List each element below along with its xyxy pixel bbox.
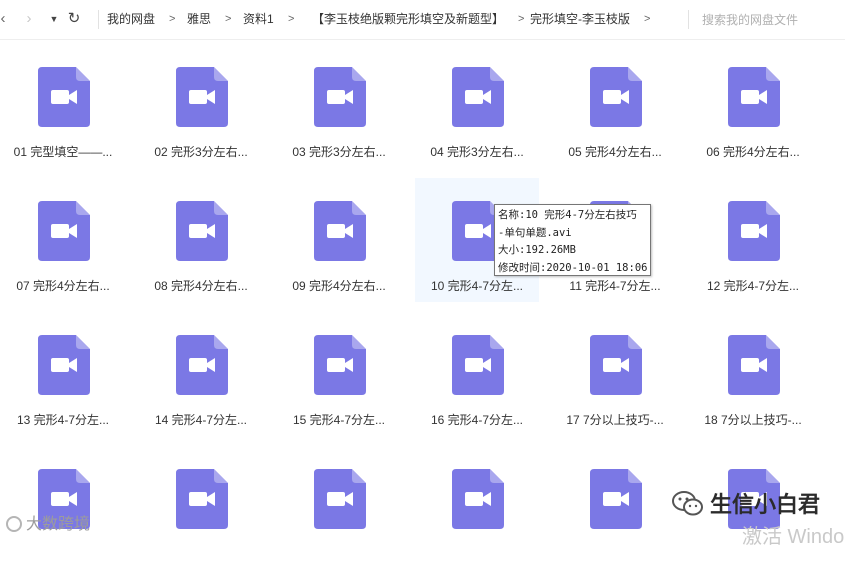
breadcrumb-separator: >: [518, 13, 525, 25]
tooltip-modified: 修改时间:2020-10-01 18:06: [498, 261, 648, 274]
video-file-icon: [38, 335, 90, 395]
file-item[interactable]: [415, 446, 539, 570]
watermark-right: 生信小白君: [672, 487, 820, 519]
video-file-icon: [38, 67, 90, 127]
file-name: 07 完形4分左右...: [16, 279, 110, 293]
video-file-icon: [590, 469, 642, 529]
file-name: 09 完形4分左右...: [292, 279, 386, 293]
file-item[interactable]: 08 完形4分左右...: [139, 178, 263, 302]
file-name: 03 完形3分左右...: [292, 145, 386, 159]
file-item[interactable]: [553, 446, 677, 570]
file-name: 16 完形4-7分左...: [430, 413, 524, 427]
windows-activation-watermark: 激活 Windo: [742, 526, 845, 548]
video-file-icon: [590, 67, 642, 127]
wechat-icon: [672, 491, 703, 516]
toolbar-divider: [98, 10, 99, 29]
file-item[interactable]: 02 完形3分左右...: [139, 44, 263, 168]
video-file-icon: [728, 201, 780, 261]
video-file-icon: [728, 67, 780, 127]
file-name: 02 完形3分左右...: [154, 145, 248, 159]
video-file-icon: [176, 335, 228, 395]
video-file-icon: [452, 335, 504, 395]
video-file-icon: [314, 67, 366, 127]
file-name: 11 完形4-7分左...: [569, 279, 661, 293]
tooltip-size: 大小:192.26MB: [498, 244, 576, 256]
file-item[interactable]: 05 完形4分左右...: [553, 44, 677, 168]
breadcrumb-item[interactable]: 资料1: [243, 11, 274, 27]
breadcrumb-item[interactable]: 【李玉枝绝版颗完形填空及新题型】: [312, 11, 504, 27]
tooltip-name: 名称:10 完形4-7分左右技巧: [498, 209, 637, 221]
file-name: 06 完形4分左右...: [706, 145, 800, 159]
video-file-icon: [38, 201, 90, 261]
back-button[interactable]: ‹: [0, 9, 10, 29]
refresh-button[interactable]: ↻: [66, 9, 82, 29]
video-file-icon: [176, 201, 228, 261]
watermark-right-text: 生信小白君: [710, 492, 821, 517]
file-name: 08 完形4分左右...: [154, 279, 248, 293]
file-name: 15 完形4-7分左...: [292, 413, 386, 427]
file-item[interactable]: 15 完形4-7分左...: [277, 312, 401, 436]
file-item[interactable]: 14 完形4-7分左...: [139, 312, 263, 436]
toolbar-divider: [688, 10, 689, 29]
watermark-left: 大数跨境: [6, 510, 90, 534]
file-name: 13 完形4-7分左...: [16, 413, 110, 427]
file-item[interactable]: 04 完形3分左右...: [415, 44, 539, 168]
file-name: 18 7分以上技巧-...: [704, 413, 802, 427]
file-name: 12 完形4-7分左...: [706, 279, 800, 293]
video-file-icon: [314, 469, 366, 529]
history-dropdown-button[interactable]: ▼: [48, 9, 60, 29]
chevron-right-icon: ›: [26, 10, 32, 27]
file-name: 10 完形4-7分左...: [430, 279, 524, 293]
file-name: 14 完形4-7分左...: [154, 413, 248, 427]
file-item[interactable]: [1, 446, 125, 570]
breadcrumb-separator: >: [288, 13, 295, 25]
file-item[interactable]: 17 7分以上技巧-...: [553, 312, 677, 436]
video-file-icon: [590, 335, 642, 395]
file-name: 04 完形3分左右...: [430, 145, 524, 159]
file-item[interactable]: 12 完形4-7分左...: [691, 178, 815, 302]
file-item[interactable]: 01 完型填空——...: [1, 44, 125, 168]
file-item[interactable]: 13 完形4-7分左...: [1, 312, 125, 436]
file-item[interactable]: [139, 446, 263, 570]
file-name: 01 完型填空——...: [13, 145, 113, 159]
video-file-icon: [176, 67, 228, 127]
video-file-icon: [452, 469, 504, 529]
forward-button[interactable]: ›: [22, 9, 36, 29]
breadcrumb-separator: >: [644, 13, 651, 25]
video-file-icon: [314, 335, 366, 395]
breadcrumb-separator: >: [169, 13, 176, 25]
watermark-left-text: 大数跨境: [26, 516, 91, 533]
file-item[interactable]: 09 完形4分左右...: [277, 178, 401, 302]
caret-down-icon: ▼: [49, 14, 59, 24]
watermark-logo-icon: [6, 516, 22, 532]
video-file-icon: [176, 469, 228, 529]
video-file-icon: [728, 335, 780, 395]
refresh-icon: ↻: [67, 10, 81, 27]
file-tooltip: 名称:10 完形4-7分左右技巧 -单句单题.avi 大小:192.26MB 修…: [494, 204, 651, 276]
file-item[interactable]: 03 完形3分左右...: [277, 44, 401, 168]
file-item[interactable]: 06 完形4分左右...: [691, 44, 815, 168]
video-file-icon: [314, 201, 366, 261]
file-name: 05 完形4分左右...: [568, 145, 662, 159]
file-name: 17 7分以上技巧-...: [566, 413, 664, 427]
breadcrumb-item[interactable]: 我的网盘: [107, 11, 155, 27]
breadcrumb-item[interactable]: 完形填空-李玉枝版: [530, 11, 630, 27]
search-input[interactable]: [700, 8, 844, 32]
tooltip-name-cont: -单句单题.avi: [498, 226, 572, 239]
file-item[interactable]: 07 完形4分左右...: [1, 178, 125, 302]
file-item[interactable]: [277, 446, 401, 570]
breadcrumb-separator: >: [225, 13, 232, 25]
file-item[interactable]: 18 7分以上技巧-...: [691, 312, 815, 436]
breadcrumb-item[interactable]: 雅思: [187, 11, 211, 27]
toolbar: ‹ › ▼ ↻ 我的网盘 > 雅思 > 资料1 > 【李玉枝绝版颗完形填空及新题型】 > 完形填…: [0, 0, 845, 40]
video-file-icon: [452, 67, 504, 127]
file-item[interactable]: 16 完形4-7分左...: [415, 312, 539, 436]
chevron-left-icon: ‹: [0, 10, 6, 27]
